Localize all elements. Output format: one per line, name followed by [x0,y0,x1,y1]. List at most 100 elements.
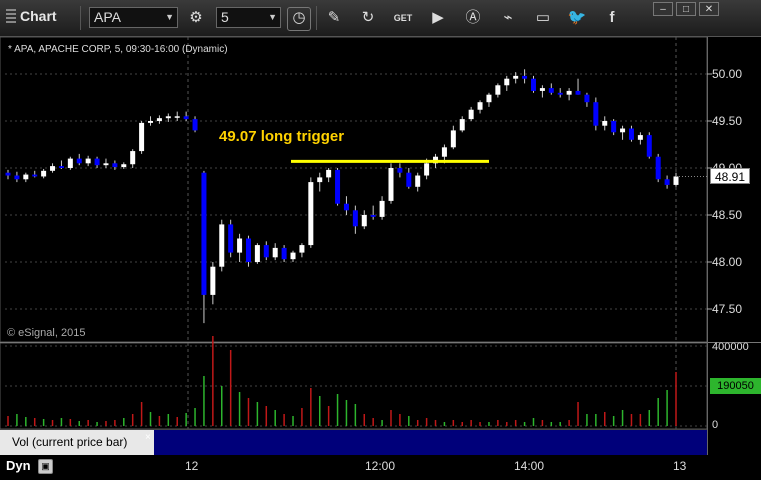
chart-grid [0,36,761,455]
candle-body [602,121,608,126]
candle-body [237,238,243,253]
candle-body [620,128,626,133]
candle-body [58,166,64,168]
candle-body [486,94,492,103]
candle-body [156,118,162,121]
candle-body [263,245,269,258]
candle-body [495,85,501,95]
candle-body [468,109,474,120]
candle-body [424,163,430,176]
candle-body [192,119,198,131]
candle-body [397,168,403,173]
candle-body [23,174,29,180]
candle-body [673,176,679,185]
time-axis-label: 12:00 [365,459,396,473]
candle-body [584,94,590,103]
volume-axis-label: 0 [712,419,719,431]
candle-body [121,164,127,168]
candle-body [14,175,20,180]
candle-body [103,163,109,166]
candle-body [450,130,456,148]
time-axis-label: 14:00 [514,459,545,473]
candle-body [593,102,599,126]
time-axis-label: 12 [185,459,199,473]
candle-body [566,90,572,95]
close-icon[interactable]: × [145,432,151,443]
candle-body [504,78,510,86]
dyn-label[interactable]: Dyn [6,458,31,473]
volume-legend-bar: Vol (current price bar) × [0,429,707,455]
candle-body [513,75,519,79]
candle-body [94,158,100,166]
candle-body [290,252,296,260]
volume-legend-label[interactable]: Vol (current price bar) [0,430,154,455]
price-axis-label: 48.00 [712,255,743,269]
candle-body [210,266,216,295]
time-axis-label: 13 [673,459,687,473]
price-axis-label: 48.50 [712,208,743,222]
candle-body [254,245,260,262]
candle-body [32,174,38,177]
candle-body [183,116,189,120]
candle-body [148,121,154,123]
candle-body [530,78,536,91]
candle-body [352,210,358,227]
candle-body [522,75,528,79]
candle-body [5,172,11,176]
candle-body [406,172,412,187]
candle-body [219,224,225,267]
candle-body [370,215,376,217]
candle-body [477,102,483,110]
candle-body [112,163,118,168]
watermark: © eSignal, 2015 [7,327,86,339]
chart-window: Chart APA ▼ ⚙ 5 ▼ ◷ ✎ ↻ GET ▶ Ⓐ ⌁ ▭ 🐦 f … [0,0,761,480]
candle-body [299,245,305,253]
candle-body [575,90,581,95]
candle-body [165,116,171,119]
candle-body [664,179,670,185]
candle-body [343,203,349,211]
candle-body [308,182,314,246]
candle-body [201,172,207,295]
candle-body [415,175,421,187]
trigger-annotation[interactable]: 49.07 long trigger [219,128,344,145]
candle-body [628,128,634,140]
candle-body [67,158,73,168]
candle-body [655,156,661,180]
candle-body [611,121,617,133]
candle-body [281,247,287,260]
candle-body [548,88,554,93]
time-axis: Dyn ▣ 12 12:00 14:00 13 [0,455,761,480]
candle-body [317,177,323,183]
candle-body [174,116,180,118]
candle-body [76,158,82,164]
candle-body [557,92,563,95]
candle-body [646,135,652,157]
price-panel [0,36,708,343]
candle-body [50,166,56,171]
volume-axis-label: 400000 [712,341,749,353]
candle-body [85,158,91,164]
price-axis-label: 50.00 [712,67,743,81]
candle-body [41,170,47,177]
candle-body [539,88,545,91]
candle-body [441,147,447,157]
candle-body [459,119,465,131]
last-price-badge: 48.91 [710,168,750,184]
price-axis-label: 47.50 [712,302,743,316]
candle-body [130,151,136,165]
candle-body [139,122,145,152]
chart-description: * APA, APACHE CORP, 5, 09:30-16:00 (Dyna… [8,44,228,55]
candle-body [326,169,332,178]
price-chart[interactable] [0,0,761,455]
candle-body [388,168,394,201]
lock-icon[interactable]: ▣ [38,459,53,474]
last-volume-badge: 190050 [710,378,761,394]
candle-body [272,247,278,258]
candle-body [228,224,234,253]
candle-body [361,215,367,227]
price-axis-label: 49.50 [712,114,743,128]
candle-body [637,135,643,140]
candle-body [379,200,385,217]
candle-body [245,238,251,262]
